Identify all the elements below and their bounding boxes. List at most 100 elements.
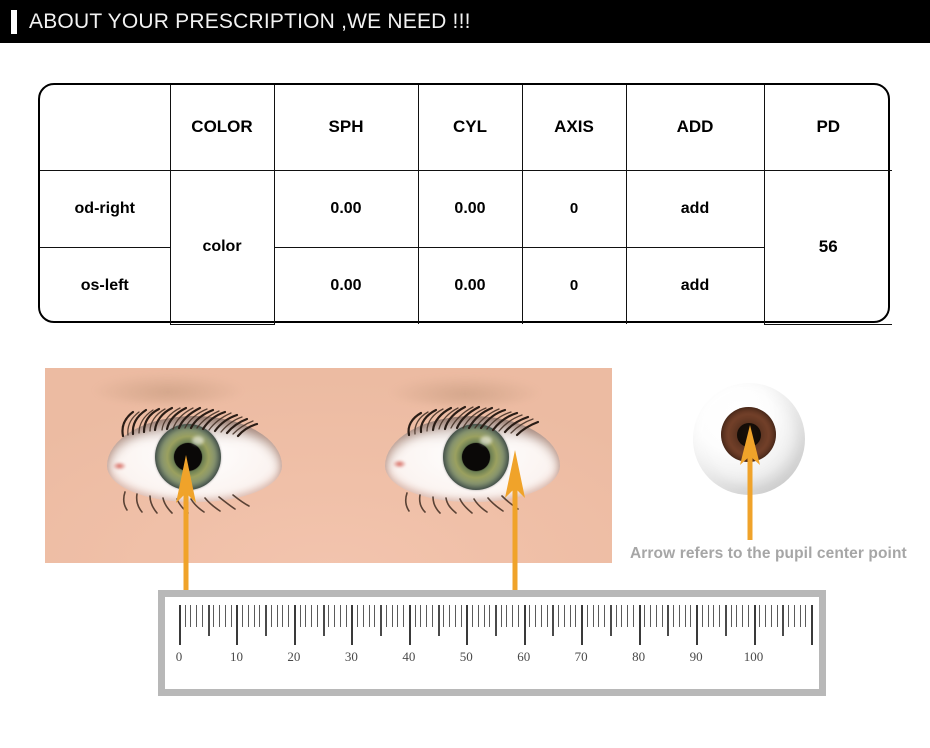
ruler-tick — [495, 605, 497, 636]
ruler-tick — [506, 605, 508, 627]
cell-cyl-od[interactable]: 0.00 — [417, 169, 523, 248]
ruler-tick — [604, 605, 606, 627]
table-header-axis: AXIS — [521, 85, 627, 171]
ruler-tick — [765, 605, 767, 627]
ruler-tick — [552, 605, 555, 636]
ruler-tick — [201, 605, 203, 627]
ruler-tick — [362, 605, 364, 627]
ruler-tick — [339, 605, 341, 627]
ruler-tick — [219, 605, 221, 627]
ruler-tick — [454, 605, 456, 627]
ruler-tick-label: 0 — [175, 649, 183, 664]
ruler-tick — [632, 605, 634, 627]
table-header-pd: PD — [763, 85, 892, 171]
ruler-tick — [247, 605, 249, 627]
cell-add-os[interactable]: add — [625, 246, 764, 324]
ruler-tick — [443, 605, 445, 627]
ruler-tick — [707, 605, 709, 627]
pupil-caption: Arrow refers to the pupil center point — [630, 545, 907, 562]
ruler-tick — [661, 605, 663, 627]
ruler-tick — [638, 605, 641, 645]
ruler-tick-label: 20 — [287, 649, 301, 664]
ruler-tick — [213, 605, 215, 627]
ruler-tick — [730, 605, 732, 627]
ruler-tick — [655, 605, 657, 627]
iris-right — [443, 424, 509, 490]
prescription-table: COLOR SPH CYL AXIS ADD PD od-right color… — [38, 83, 892, 325]
ruler-tick — [270, 605, 272, 627]
ruler-tick — [678, 605, 680, 627]
ruler-tick — [684, 605, 686, 627]
ruler-tick — [385, 605, 387, 627]
cell-axis-od[interactable]: 0 — [521, 169, 627, 248]
ruler-tick — [724, 605, 727, 636]
ruler-tick — [236, 605, 239, 645]
ruler-tick — [224, 605, 226, 627]
cell-eye-label-od: od-right — [40, 169, 171, 248]
ruler-tick — [759, 605, 761, 627]
cell-axis-os[interactable]: 0 — [521, 246, 627, 324]
eyes-photo — [45, 368, 612, 563]
cell-cyl-os[interactable]: 0.00 — [417, 246, 523, 324]
ruler-tick — [299, 605, 301, 627]
ruler-tick — [627, 605, 629, 627]
ruler-tick — [242, 605, 244, 627]
ruler-tick-label: 50 — [459, 649, 473, 664]
cell-pd-value[interactable]: 56 — [763, 169, 892, 325]
ruler-tick — [305, 605, 307, 627]
ruler-tick — [776, 605, 778, 627]
ruler-tick — [276, 605, 278, 627]
ruler-tick — [179, 605, 181, 645]
ruler-tick — [282, 605, 284, 627]
ruler-tick — [196, 605, 198, 627]
eyeball-diagram — [693, 383, 805, 495]
ruler-tick — [437, 605, 440, 636]
ruler-tick — [753, 605, 756, 645]
ruler-tick — [517, 605, 519, 627]
ruler-tick — [293, 605, 296, 645]
header-accent-bar — [11, 9, 17, 34]
ruler-tick — [742, 605, 744, 627]
eyebrow-left — [93, 374, 243, 404]
ruler-tick — [316, 605, 318, 627]
page-header: ABOUT YOUR PRESCRIPTION ,WE NEED !!! — [0, 0, 930, 43]
cell-add-od[interactable]: add — [625, 169, 765, 248]
eye-corner-left — [113, 462, 126, 470]
ruler-tick — [414, 605, 416, 627]
ruler-tick — [190, 605, 192, 627]
table-header-cyl: CYL — [417, 85, 523, 171]
ruler-tick — [449, 605, 451, 627]
ruler-tick — [328, 605, 330, 627]
ruler-tick — [592, 605, 594, 627]
ruler-tick — [288, 605, 290, 627]
table-header-blank — [40, 85, 171, 171]
eyeball-pupil — [736, 422, 761, 447]
ruler-tick — [770, 605, 772, 627]
prescription-info-page: ABOUT YOUR PRESCRIPTION ,WE NEED !!! COL… — [0, 0, 930, 748]
cell-sph-os[interactable]: 0.00 — [273, 246, 419, 324]
ruler-tick — [368, 605, 370, 627]
ruler-tick — [747, 605, 749, 627]
ruler-tick — [489, 605, 491, 627]
ruler-tick — [265, 605, 268, 636]
ruler-tick — [805, 605, 807, 627]
ruler-tick — [184, 605, 186, 627]
ruler-tick — [477, 605, 479, 627]
cell-color-value[interactable]: color — [169, 169, 275, 325]
ruler-tick — [259, 605, 261, 627]
ruler-tick — [431, 605, 433, 627]
ruler-tick — [472, 605, 474, 627]
ruler-face: 0 10 20 30 40 50 60 70 80 90 100 — [165, 597, 819, 689]
eye-left — [107, 406, 282, 514]
eyeball-iris — [721, 407, 776, 462]
ruler-tick — [719, 605, 721, 627]
ruler-tick — [391, 605, 393, 627]
cell-eye-label-os: os-left — [40, 246, 171, 324]
ruler-tick — [397, 605, 399, 627]
table-header-color: COLOR — [169, 85, 275, 171]
ruler-tick — [782, 605, 785, 636]
ruler-tick — [586, 605, 588, 627]
ruler-tick — [788, 605, 790, 627]
ruler-tick — [696, 605, 699, 645]
cell-sph-od[interactable]: 0.00 — [273, 169, 419, 248]
